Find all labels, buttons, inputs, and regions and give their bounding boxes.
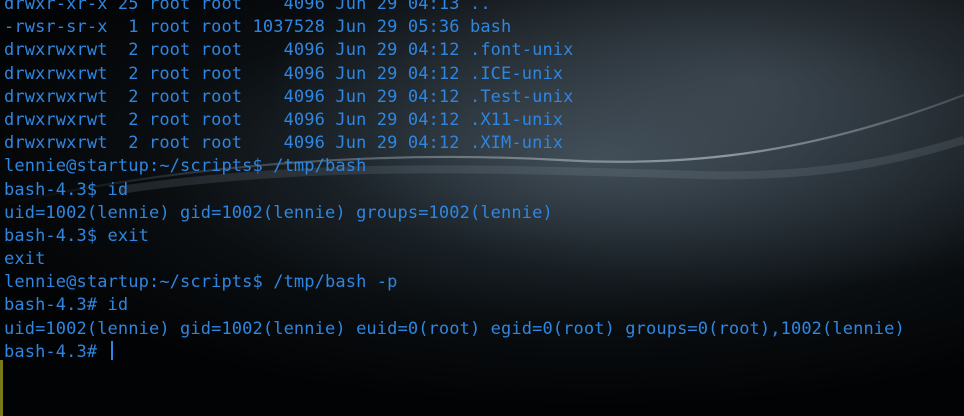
- text-cursor: [110, 340, 113, 360]
- terminal-line: drwxrwxrwt 2 root root 4096 Jun 29 04:12…: [4, 86, 574, 107]
- terminal-line: bash-4.3$ id: [4, 179, 129, 200]
- terminal-prompt: bash-4.3#: [4, 341, 108, 362]
- terminal-line: bash-4.3# id: [4, 295, 129, 316]
- terminal-line: bash-4.3$ exit: [4, 225, 149, 246]
- terminal-line: lennie@startup:~/scripts$ /tmp/bash -p: [4, 272, 398, 293]
- terminal-line: drwxrwxrwt 2 root root 4096 Jun 29 04:12…: [4, 63, 564, 84]
- terminal-line: drwxrwxrwt 2 root root 4096 Jun 29 04:12…: [4, 133, 564, 154]
- terminal-window[interactable]: drwxr-xr-x 25 root root 4096 Jun 29 04:1…: [0, 0, 964, 416]
- terminal-line: lennie@startup:~/scripts$ /tmp/bash: [4, 156, 367, 177]
- terminal-line: -rwsr-sr-x 1 root root 1037528 Jun 29 05…: [4, 17, 512, 38]
- terminal-line: uid=1002(lennie) gid=1002(lennie) euid=0…: [4, 318, 905, 339]
- terminal-output: drwxr-xr-x 25 root root 4096 Jun 29 04:1…: [4, 0, 905, 364]
- terminal-line: uid=1002(lennie) gid=1002(lennie) groups…: [4, 202, 553, 223]
- terminal-line: drwxr-xr-x 25 root root 4096 Jun 29 04:1…: [4, 0, 491, 14]
- terminal-line: exit: [4, 249, 46, 270]
- scroll-marker: [0, 360, 3, 416]
- terminal-line: drwxrwxrwt 2 root root 4096 Jun 29 04:12…: [4, 40, 574, 61]
- terminal-line: drwxrwxrwt 2 root root 4096 Jun 29 04:12…: [4, 109, 564, 130]
- terminal-input-line[interactable]: bash-4.3#: [4, 340, 905, 364]
